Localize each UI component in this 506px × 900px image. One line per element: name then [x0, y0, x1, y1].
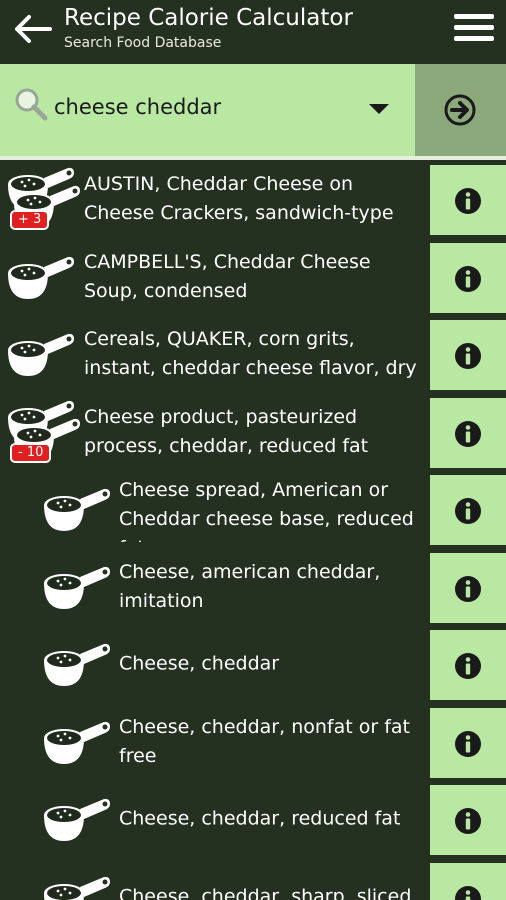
count-badge: - 10 [10, 443, 52, 463]
result-row[interactable]: + 3 AUSTIN, Cheddar Cheese on Cheese Crac… [0, 160, 506, 237]
info-icon [455, 188, 481, 214]
info-icon [455, 808, 481, 834]
measuring-cup-icon [44, 798, 110, 841]
search-icon [15, 88, 48, 121]
info-button[interactable] [430, 708, 506, 778]
hamburger-menu-icon[interactable] [454, 14, 494, 50]
info-icon [455, 576, 481, 602]
info-icon [455, 266, 481, 292]
measuring-cup-icon [8, 333, 74, 376]
result-row[interactable]: CAMPBELL'S, Cheddar Cheese Soup, condens… [0, 238, 506, 315]
info-icon [455, 886, 481, 900]
arrow-circle-right-icon [444, 94, 476, 126]
result-name: Cheese, american cheddar, imitation [119, 560, 381, 612]
dropdown-arrow-icon[interactable] [367, 102, 391, 116]
result-name: Cheese, cheddar [119, 652, 280, 674]
info-button[interactable] [430, 398, 506, 468]
info-button[interactable] [430, 863, 506, 900]
info-icon [455, 731, 481, 757]
app-header: Recipe Calorie Calculator Search Food Da… [0, 0, 506, 64]
result-name: CAMPBELL'S, Cheddar Cheese Soup, condens… [84, 250, 371, 302]
measuring-cup-icon [8, 256, 74, 299]
result-name: Cheese product, pasteurized process, che… [84, 405, 369, 457]
measuring-cup-icon [44, 488, 110, 531]
search-go-button[interactable] [415, 64, 506, 156]
info-icon [455, 343, 481, 369]
info-button[interactable] [430, 630, 506, 700]
info-button[interactable] [430, 553, 506, 623]
app-subtitle: Search Food Database [64, 35, 222, 51]
result-row[interactable]: Cheese, cheddar [0, 625, 506, 702]
search-input[interactable] [54, 90, 354, 124]
result-row[interactable]: Cereals, QUAKER, corn grits, instant, ch… [0, 315, 506, 392]
results-list: + 3 AUSTIN, Cheddar Cheese on Cheese Crac… [0, 160, 506, 900]
back-arrow-icon[interactable] [12, 12, 52, 46]
result-name: AUSTIN, Cheddar Cheese on Cheese Cracker… [84, 172, 394, 224]
result-name: Cheese, cheddar, sharp, sliced [119, 885, 412, 900]
measuring-cup-icon [44, 566, 110, 609]
info-icon [455, 498, 481, 524]
result-name: Cheese, cheddar, reduced fat [119, 807, 401, 829]
result-name: Cereals, QUAKER, corn grits, instant, ch… [84, 327, 417, 379]
info-button[interactable] [430, 243, 506, 313]
measuring-cup-icon [44, 876, 110, 900]
info-icon [455, 421, 481, 447]
result-row[interactable]: Cheese, american cheddar, imitation [0, 548, 506, 625]
result-row[interactable]: Cheese spread, American or Cheddar chees… [0, 470, 506, 547]
result-row[interactable]: Cheese, cheddar, reduced fat [0, 780, 506, 857]
result-row[interactable]: - 10 Cheese product, pasteurized process,… [0, 393, 506, 470]
result-row[interactable]: Cheese, cheddar, nonfat or fat free [0, 703, 506, 780]
result-row[interactable]: Cheese, cheddar, sharp, sliced [0, 858, 506, 900]
info-button[interactable] [430, 165, 506, 235]
info-button[interactable] [430, 320, 506, 390]
result-name: Cheese, cheddar, nonfat or fat free [119, 715, 410, 767]
measuring-cup-icon [44, 721, 110, 764]
app-title: Recipe Calorie Calculator [64, 5, 353, 31]
count-badge: + 3 [10, 210, 50, 230]
result-name: Cheese spread, American or Cheddar chees… [119, 478, 414, 542]
measuring-cup-icon [44, 643, 110, 686]
info-button[interactable] [430, 475, 506, 545]
info-icon [455, 653, 481, 679]
info-button[interactable] [430, 785, 506, 855]
search-bar [0, 64, 415, 156]
